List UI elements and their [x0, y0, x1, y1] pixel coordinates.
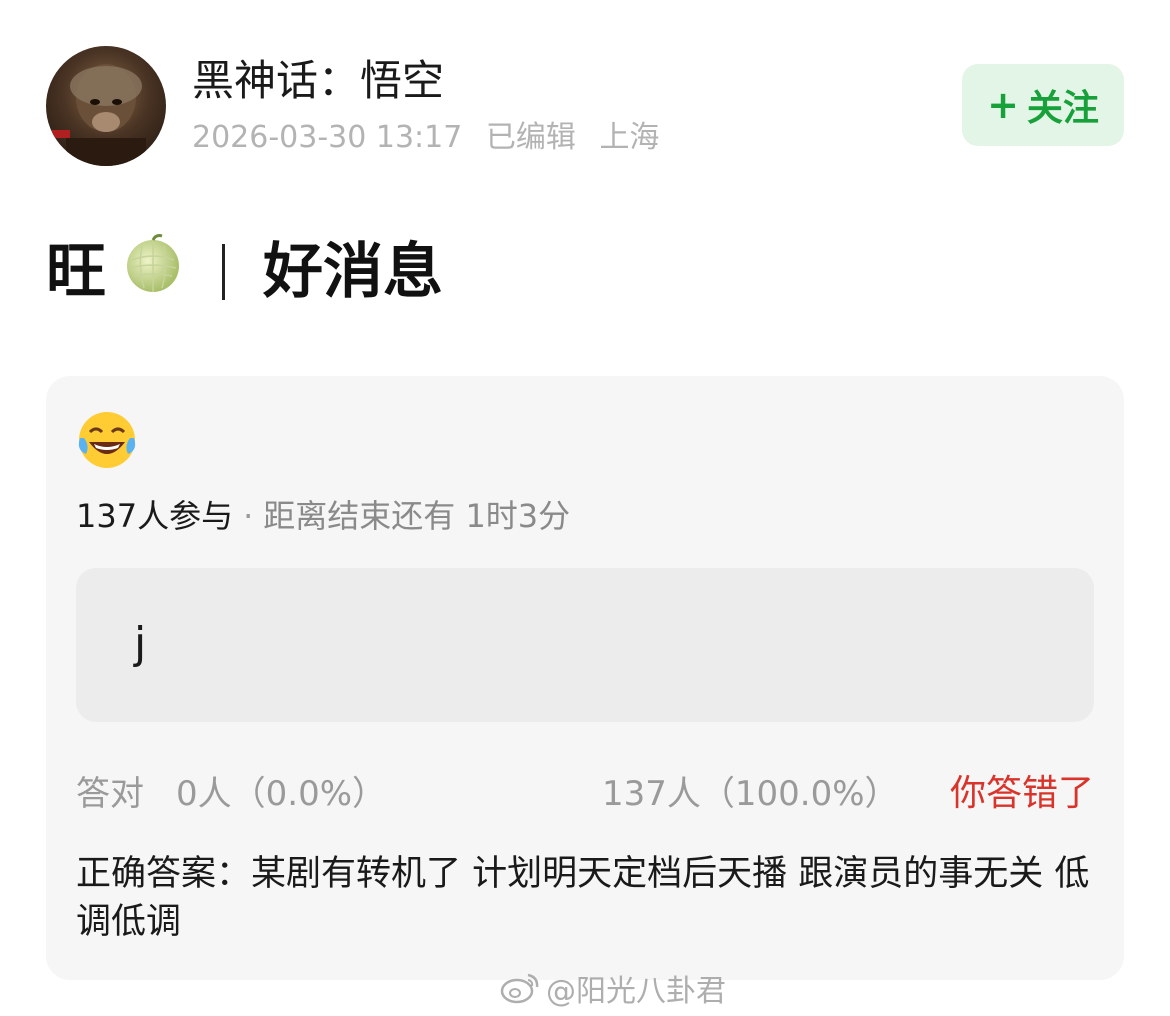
title-main: 好消息 — [263, 237, 443, 307]
post-meta: 2026-03-30 13:17 已编辑 上海 — [192, 118, 673, 158]
quiz-option[interactable]: j — [76, 568, 1094, 722]
option-text: j — [134, 618, 147, 669]
post-timestamp: 2026-03-30 13:17 — [192, 120, 463, 155]
correct-label: 答对 — [76, 774, 144, 814]
post-title: 旺 好消息 — [46, 232, 443, 312]
answer-verdict: 你答错了 — [949, 773, 1094, 814]
participants-count: 137人参与 — [76, 497, 234, 535]
separator-dot: · — [243, 497, 254, 535]
edited-label: 已编辑 — [485, 120, 576, 155]
follow-label: 关注 — [1026, 88, 1099, 129]
author-avatar[interactable] — [46, 46, 166, 166]
title-divider — [222, 244, 225, 300]
weibo-logo-icon — [500, 973, 539, 1004]
correct-count: 0人（0.0%） — [176, 774, 387, 814]
post-location: 上海 — [599, 120, 660, 155]
time-remaining: 距离结束还有 1时3分 — [263, 497, 571, 535]
quiz-results: 答对 0人（0.0%） 137人（100.0%） 你答错了 — [76, 770, 1094, 820]
follow-button[interactable]: + 关注 — [962, 64, 1124, 146]
author-name[interactable]: 黑神话：悟空 — [192, 54, 444, 108]
plus-icon: + — [987, 83, 1019, 127]
correct-answer: 正确答案：某剧有转机了 计划明天定档后天播 跟演员的事无关 低调低调 — [76, 854, 1090, 942]
quiz-card: 137人参与 · 距离结束还有 1时3分 j 答对 0人（0.0%） 137人（10… — [46, 376, 1124, 980]
watermark: @阳光八卦君 — [500, 966, 726, 1010]
face-with-tears-of-joy-emoji — [76, 410, 138, 476]
melon-emoji — [122, 232, 184, 312]
title-prefix: 旺 — [46, 237, 106, 307]
watermark-text: @阳光八卦君 — [546, 974, 726, 1009]
wrong-count: 137人（100.0%） — [602, 774, 899, 814]
quiz-stats: 137人参与 · 距离结束还有 1时3分 — [76, 494, 570, 538]
